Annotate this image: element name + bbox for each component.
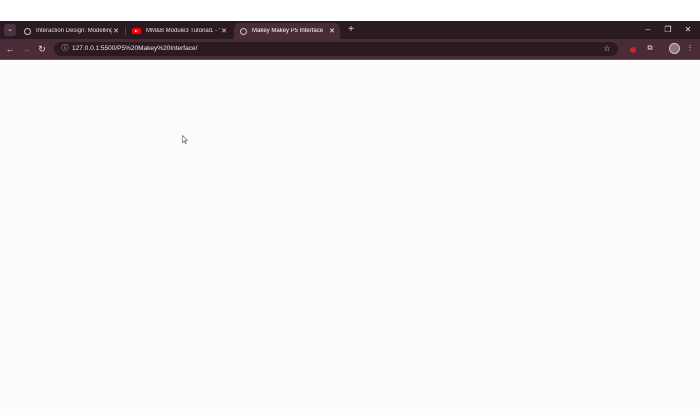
- minimize-icon: –: [645, 25, 651, 34]
- restore-button[interactable]: ❐: [661, 24, 675, 36]
- forward-button[interactable]: →: [20, 43, 32, 55]
- extension-record-icon[interactable]: [630, 47, 636, 53]
- reload-icon: ↻: [38, 44, 46, 54]
- chevron-down-icon: ⌄: [7, 26, 13, 33]
- site-info-icon[interactable]: ⓘ: [60, 44, 70, 54]
- tab-search-button[interactable]: ⌄: [4, 24, 16, 36]
- tab-interaction-design[interactable]: Interaction Design: Modelling ✕: [18, 23, 124, 39]
- reload-button[interactable]: ↻: [36, 43, 48, 55]
- page-content[interactable]: [0, 61, 700, 415]
- address-bar[interactable]: ⓘ 127.0.0.1:5500/P5%20Makey%20Interface/…: [54, 42, 618, 56]
- url-text[interactable]: 127.0.0.1:5500/P5%20Makey%20Interface/: [72, 42, 197, 56]
- close-icon: ✕: [684, 25, 692, 34]
- tab-title: Makey Makey P5 Interface: [252, 28, 324, 34]
- menu-dots-icon[interactable]: ⋮: [685, 44, 695, 54]
- profile-avatar[interactable]: [669, 43, 680, 54]
- arrow-right-icon: →: [21, 44, 31, 54]
- youtube-icon: [132, 28, 141, 34]
- new-tab-button[interactable]: +: [345, 24, 357, 36]
- browser-toolbar: ← → ↻ ⓘ 127.0.0.1:5500/P5%20Makey%20Inte…: [0, 39, 700, 60]
- mouse-cursor-icon: [182, 135, 188, 144]
- minimize-button[interactable]: –: [641, 24, 655, 36]
- close-tab-icon[interactable]: ✕: [220, 27, 228, 35]
- arrow-left-icon: ←: [5, 44, 15, 54]
- globe-icon: [24, 27, 31, 35]
- plus-icon: +: [348, 24, 354, 35]
- close-window-button[interactable]: ✕: [681, 24, 695, 36]
- tab-title: Interaction Design: Modelling: [36, 28, 112, 34]
- bookmark-star-icon[interactable]: ☆: [602, 44, 612, 54]
- tab-youtube-tutorial[interactable]: MM&B Module3 Tutorial1 - Yo ✕: [126, 23, 232, 39]
- restore-icon: ❐: [664, 25, 672, 34]
- tab-makey-makey-interface[interactable]: Makey Makey P5 Interface ✕: [234, 23, 340, 39]
- tab-strip: ⌄ Interaction Design: Modelling ✕ MM&B M…: [0, 21, 700, 39]
- browser-window: ⌄ Interaction Design: Modelling ✕ MM&B M…: [0, 21, 700, 415]
- back-button[interactable]: ←: [4, 43, 16, 55]
- close-tab-icon[interactable]: ✕: [328, 27, 336, 35]
- globe-icon: [240, 27, 247, 35]
- extensions-puzzle-icon[interactable]: ⧉: [645, 44, 655, 54]
- tab-title: MM&B Module3 Tutorial1 - Yo: [146, 28, 220, 34]
- close-tab-icon[interactable]: ✕: [112, 27, 120, 35]
